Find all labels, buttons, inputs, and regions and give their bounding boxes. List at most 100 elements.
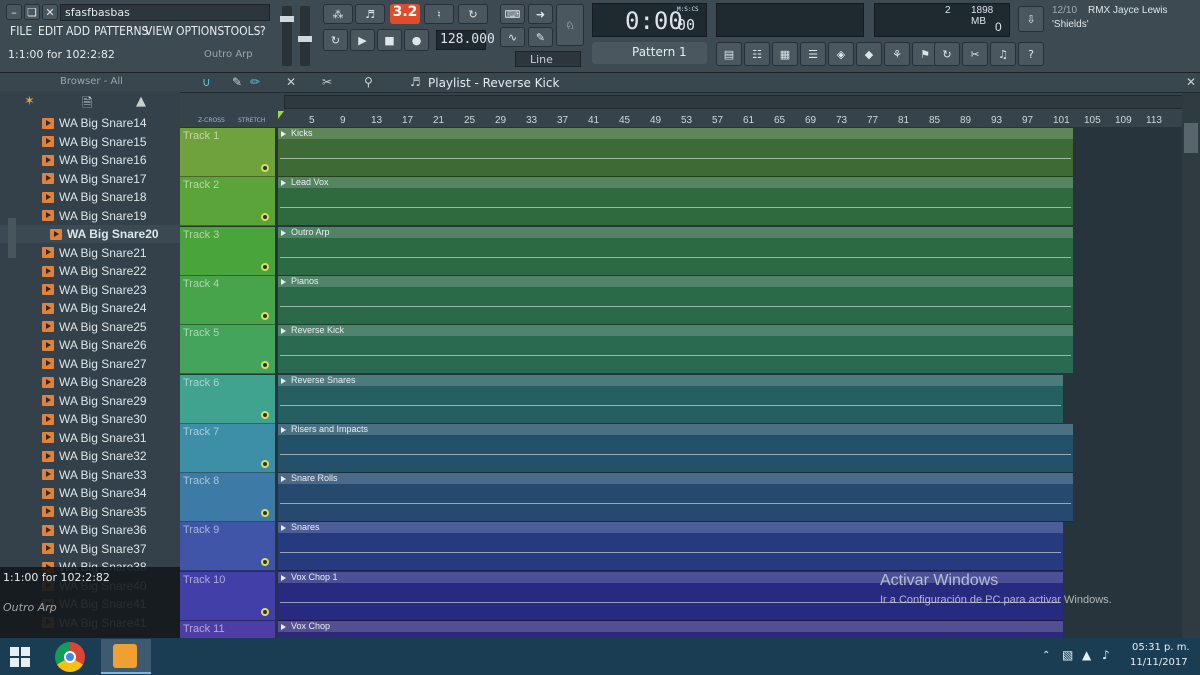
stop-button[interactable]: ■ [377, 29, 402, 51]
browser-item[interactable]: WA Big Snare36 [0, 521, 180, 539]
browser-item[interactable]: WA Big Snare15 [0, 133, 180, 151]
track-header[interactable]: Track 2 [180, 177, 275, 227]
recording-filter-button[interactable]: ♘ [556, 4, 584, 46]
minimize-button[interactable]: – [6, 4, 22, 20]
plugin-database-button[interactable]: ⚘ [884, 42, 910, 66]
delete-tool-icon[interactable]: ✕ [286, 75, 296, 89]
menu-file[interactable]: FILE [10, 24, 32, 38]
browser-item[interactable]: WA Big Snare33 [0, 466, 180, 484]
close-button[interactable]: ✕ [42, 4, 58, 20]
track-mute-toggle[interactable] [261, 459, 269, 468]
star-icon[interactable]: ✶ [24, 94, 35, 109]
track-mute-toggle[interactable] [261, 410, 269, 419]
browser-button[interactable]: ◆ [856, 42, 882, 66]
browser-item[interactable]: WA Big Snare24 [0, 299, 180, 317]
browser-item[interactable]: WA Big Snare23 [0, 281, 180, 299]
step-edit-button[interactable]: ♮ [424, 4, 454, 24]
menu-add[interactable]: ADD [66, 24, 90, 38]
zoom-tool-icon[interactable]: ⚲ [364, 75, 373, 89]
browser-item[interactable]: WA Big Snare28 [0, 373, 180, 391]
channel-settings-button[interactable]: ◈ [828, 42, 854, 66]
step-forward-button[interactable]: ➜ [528, 4, 553, 24]
audio-clip[interactable]: Outro Arp [278, 226, 1073, 276]
audio-clip[interactable]: Risers and Impacts [278, 423, 1073, 473]
browser-item[interactable]: WA Big Snare26 [0, 336, 180, 354]
menu-help[interactable]: ? [260, 24, 266, 38]
master-pitch-slider[interactable] [298, 6, 312, 66]
blend-notes-button[interactable]: ∿ [500, 27, 525, 47]
browser-item[interactable]: WA Big Snare16 [0, 151, 180, 169]
browser-item[interactable]: WA Big Snare19 [0, 207, 180, 225]
signal-icon[interactable]: ▲ [1082, 648, 1091, 662]
browser-item[interactable]: WA Big Snare20 [0, 225, 180, 243]
mixer-button[interactable]: ☰ [800, 42, 826, 66]
audio-clip[interactable]: Lead Vox [278, 177, 1073, 227]
track-mute-toggle[interactable] [261, 311, 269, 320]
audio-clip[interactable]: Kicks [278, 128, 1073, 177]
help-button[interactable]: ? [1018, 42, 1044, 66]
speaker-icon[interactable]: ▲ [136, 94, 146, 109]
menu-edit[interactable]: EDIT [38, 24, 63, 38]
browser-item[interactable]: WA Big Snare31 [0, 429, 180, 447]
browser-item[interactable]: WA Big Snare14 [0, 114, 180, 132]
snap-select[interactable]: Line [515, 51, 581, 67]
browser-scrollbar[interactable] [8, 218, 16, 258]
browser-item[interactable]: WA Big Snare25 [0, 318, 180, 336]
track-header[interactable]: Track 3 [180, 226, 275, 276]
chrome-icon[interactable] [55, 642, 85, 672]
piano-roll-button[interactable]: ☷ [744, 42, 770, 66]
menu-view[interactable]: VIEW [145, 24, 173, 38]
audio-clip[interactable]: Pianos [278, 275, 1073, 325]
channel-rack-button[interactable]: ▦ [772, 42, 798, 66]
track-mute-toggle[interactable] [261, 164, 269, 172]
pencil-icon[interactable]: ✎ [232, 75, 242, 89]
record-lcd[interactable]: 3.2 [390, 4, 420, 24]
volume-icon[interactable]: ♪ [1102, 648, 1110, 662]
menu-tools[interactable]: TOOLS [224, 24, 260, 38]
playlist-window-button[interactable]: ▤ [716, 42, 742, 66]
audio-clip[interactable]: Reverse Snares [278, 374, 1063, 424]
loop-record-button[interactable]: ↻ [458, 4, 488, 24]
play-button[interactable]: ▶ [350, 29, 375, 51]
audio-clip[interactable]: Snares [278, 522, 1063, 572]
track-header[interactable]: Track 4 [180, 275, 275, 325]
capture-button[interactable]: ✂ [962, 42, 988, 66]
playhead-marker[interactable] [278, 111, 284, 119]
pattern-selector[interactable]: Pattern 1 [592, 42, 707, 64]
speaker-small-icon[interactable]: ♬ [410, 75, 421, 89]
brush-icon[interactable]: ✏ [250, 75, 260, 89]
news-panel[interactable]: 12/10 RMX Jayce Lewis 'Shields' [1048, 3, 1196, 35]
fl-studio-taskbar-icon[interactable] [101, 639, 151, 674]
pattern-song-toggle[interactable]: ⁂ [323, 4, 353, 24]
track-mute-toggle[interactable] [261, 509, 269, 518]
track-header[interactable]: Track 5 [180, 325, 275, 375]
track-header[interactable]: Track 8 [180, 473, 275, 523]
record-button[interactable]: ● [404, 29, 429, 51]
magnet-icon[interactable]: ∪ [202, 75, 211, 89]
restore-button[interactable]: ❏ [24, 4, 40, 20]
metronome-button[interactable]: ♬ [355, 4, 385, 24]
slice-tool-icon[interactable]: ✂ [322, 75, 332, 89]
browser-item[interactable]: WA Big Snare32 [0, 447, 180, 465]
audio-clip[interactable]: Snare Rolls [278, 473, 1073, 523]
download-icon[interactable]: ⇩ [1018, 6, 1044, 32]
menu-patterns[interactable]: PATTERNS [94, 24, 148, 38]
browser-item[interactable]: WA Big Snare35 [0, 503, 180, 521]
close-playlist-icon[interactable]: ✕ [1186, 75, 1196, 89]
tray-chevron-icon[interactable]: ⌃ [1042, 650, 1050, 661]
loop-button[interactable]: ↻ [323, 29, 348, 51]
wait-button[interactable]: ✎ [528, 27, 553, 47]
tempo-display[interactable]: 128.000 [436, 30, 495, 50]
vertical-scrollbar[interactable] [1182, 93, 1200, 638]
menu-options[interactable]: OPTIONS [176, 24, 224, 38]
track-mute-toggle[interactable] [261, 262, 269, 271]
track-header[interactable]: Track 7 [180, 423, 275, 473]
track-mute-toggle[interactable] [261, 607, 269, 616]
track-mute-toggle[interactable] [261, 361, 269, 370]
browser-item[interactable]: WA Big Snare27 [0, 355, 180, 373]
browser-item[interactable]: WA Big Snare21 [0, 244, 180, 262]
browser-item[interactable]: WA Big Snare17 [0, 170, 180, 188]
track-header[interactable]: Track 6 [180, 374, 275, 424]
track-header[interactable]: Track 9 [180, 522, 275, 572]
browser-item[interactable]: WA Big Snare34 [0, 484, 180, 502]
